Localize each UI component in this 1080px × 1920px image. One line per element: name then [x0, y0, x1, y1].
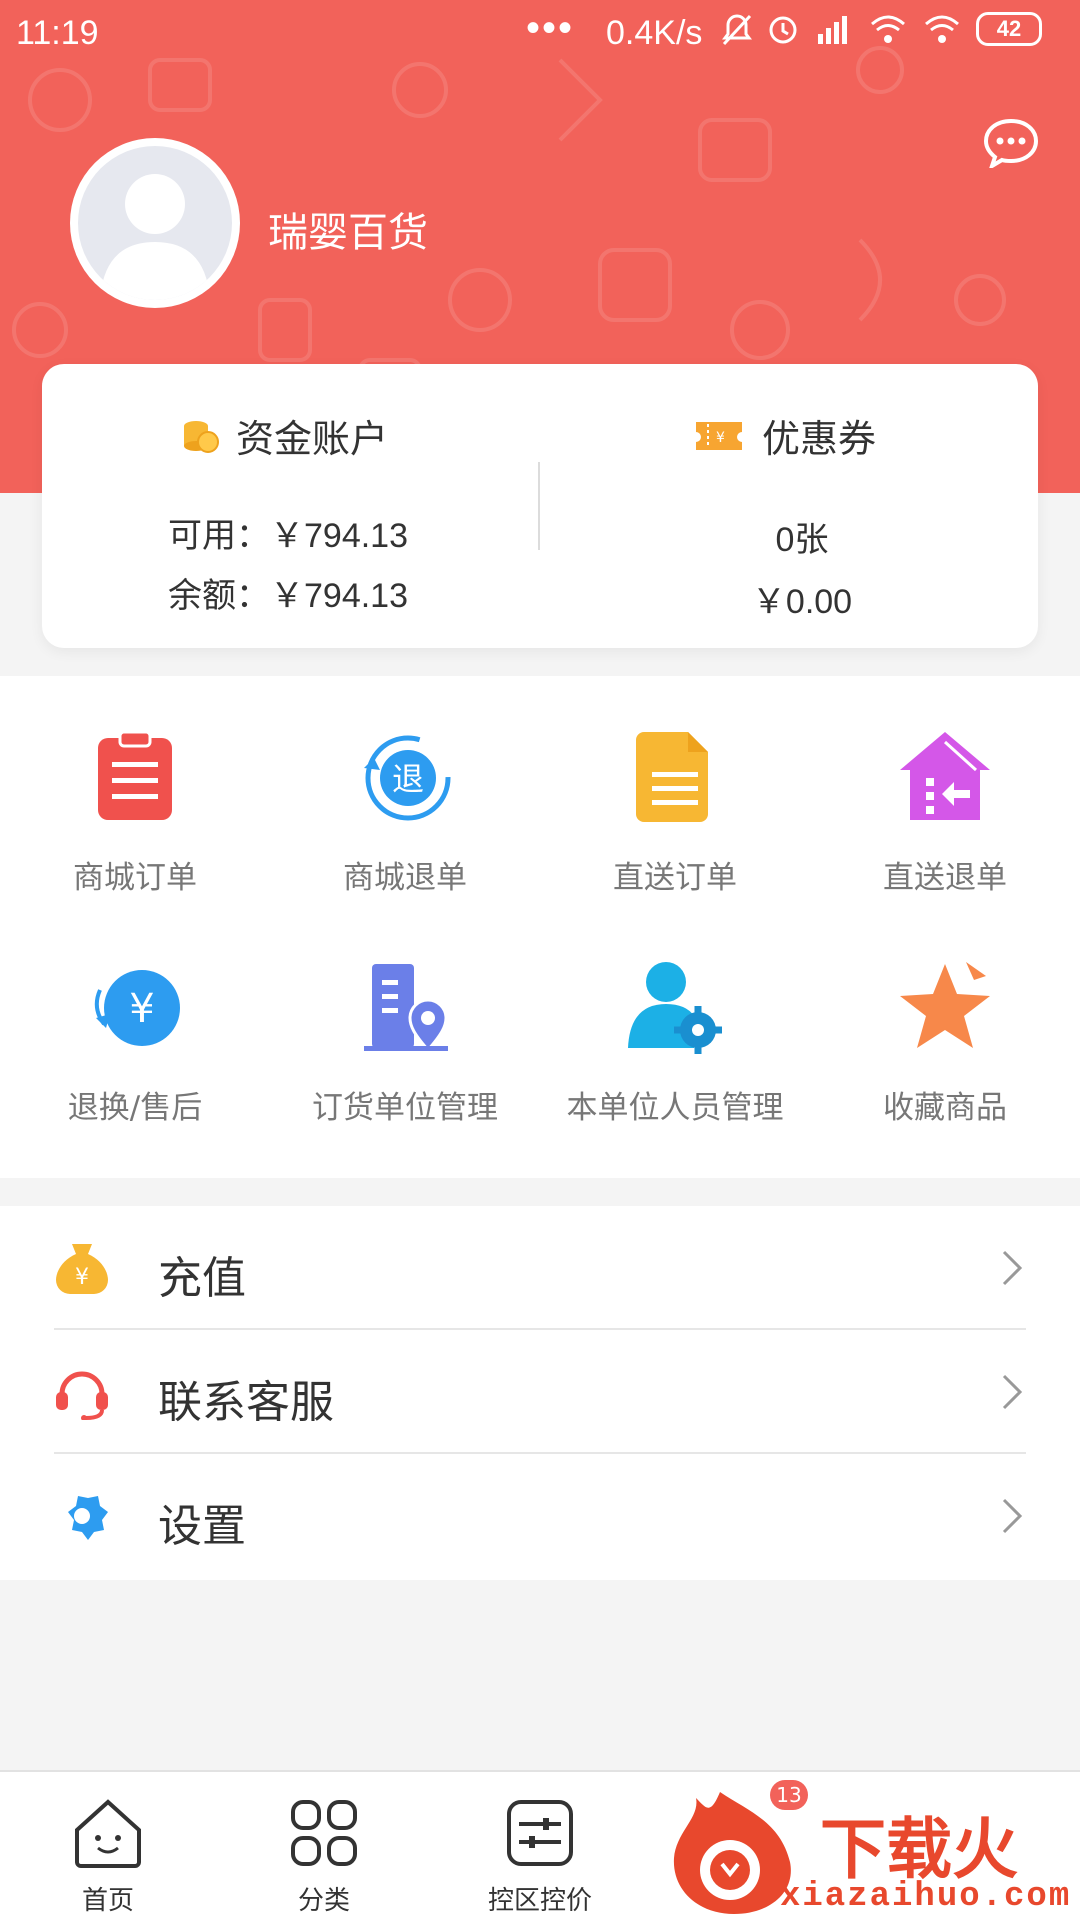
grid-label: 商城订单 [73, 860, 197, 896]
grid-label: 退换/售后 [67, 1090, 203, 1126]
tab-price-control[interactable]: 控区控价 [470, 1796, 610, 1917]
card-divider [538, 462, 540, 550]
home-icon [75, 1799, 141, 1868]
account-card: 资金账户 可用：￥794.13 余额：￥794.13 ¥ 优惠券 0张 ￥0.0… [42, 364, 1038, 648]
favorites-icon [900, 962, 990, 1048]
mall-refund-icon: 退 [364, 735, 451, 821]
menu-item-recharge[interactable]: ¥ 充值 [0, 1206, 1080, 1330]
grid-item-mall-order[interactable]: 商城订单 [0, 728, 270, 948]
ordering-unit-icon [364, 964, 448, 1053]
price-control-icon [507, 1800, 573, 1866]
status-bar: 11:19 ••• 0.4K/s 42 [0, 0, 1080, 70]
status-icons: 42 [722, 12, 1042, 46]
direct-refund-icon [900, 732, 990, 820]
chevron-right-icon [1002, 1250, 1023, 1286]
status-more-dots: ••• [526, 6, 575, 50]
svg-text:¥: ¥ [129, 986, 154, 1032]
balance-amount: 余额：￥794.13 [168, 577, 408, 615]
wifi-icon [871, 15, 905, 43]
coins-icon [184, 420, 219, 453]
after-sale-icon: ¥ [94, 970, 180, 1046]
coupon-label: 优惠券 [762, 417, 877, 461]
available-amount: 可用：￥794.13 [168, 517, 408, 555]
svg-text:退: 退 [392, 760, 424, 798]
menu-item-settings[interactable]: 设置 [0, 1454, 1080, 1578]
mute-bell-icon [722, 14, 752, 46]
settings-icon [68, 1490, 108, 1540]
grid-label: 商城退单 [343, 860, 467, 896]
menu-label: 联系客服 [158, 1377, 334, 1428]
customer-service-icon [56, 1371, 108, 1420]
menu-label: 设置 [158, 1501, 246, 1552]
mall-order-icon [98, 730, 172, 820]
grid-label: 收藏商品 [883, 1090, 1007, 1126]
alarm-icon [769, 16, 797, 44]
tab-category[interactable]: 分类 [254, 1796, 394, 1917]
function-grid: 商城订单 退 商城退单 直送订单 直送退单 ¥ 退换/售后 订货单位管理 本单位… [0, 676, 1080, 1178]
category-icon [291, 1800, 357, 1866]
grid-item-mall-refund[interactable]: 退 商城退单 [270, 728, 540, 948]
svg-text:¥: ¥ [75, 1265, 89, 1290]
grid-item-after-sale[interactable]: ¥ 退换/售后 [0, 958, 270, 1178]
grid-item-direct-refund[interactable]: 直送退单 [810, 728, 1080, 948]
status-time: 11:19 [16, 14, 99, 52]
tab-home[interactable]: 首页 [38, 1796, 178, 1917]
chevron-right-icon [1002, 1498, 1023, 1534]
direct-order-icon [636, 732, 708, 822]
svg-text:¥: ¥ [716, 430, 725, 446]
grid-label: 本单位人员管理 [566, 1090, 784, 1126]
grid-item-staff-management[interactable]: 本单位人员管理 [540, 958, 810, 1178]
coupon-icon: ¥ [696, 421, 742, 450]
profile-name: 瑞婴百货 [268, 210, 428, 256]
tab-label: 首页 [81, 1886, 134, 1916]
wifi-icon-2 [925, 15, 959, 43]
status-net-speed: 0.4K/s [606, 14, 703, 52]
grid-item-favorites[interactable]: 收藏商品 [810, 958, 1080, 1178]
tab-label: 控区控价 [487, 1886, 592, 1916]
watermark-url: xiazaihuo.com [780, 1878, 1072, 1916]
menu-item-customer-service[interactable]: 联系客服 [0, 1330, 1080, 1454]
battery-indicator: 42 [976, 12, 1042, 46]
staff-management-icon [628, 962, 722, 1054]
recharge-icon: ¥ [56, 1244, 108, 1294]
grid-label: 订货单位管理 [312, 1090, 498, 1126]
fund-account-title[interactable]: 资金账户 [180, 408, 388, 463]
menu-label: 充值 [158, 1253, 246, 1304]
fund-account-label: 资金账户 [236, 417, 389, 461]
grid-label: 直送订单 [613, 860, 737, 896]
menu-list: ¥ 充值 联系客服 设置 [0, 1206, 1080, 1580]
coupon-count: 0张 [775, 521, 829, 559]
tab-label: 分类 [297, 1886, 350, 1916]
grid-item-direct-order[interactable]: 直送订单 [540, 728, 810, 948]
signal-hd-icon [818, 16, 847, 44]
watermark: 下载火 xiazaihuo.com [640, 1782, 1080, 1920]
default-user-icon [100, 174, 210, 300]
grid-item-ordering-unit[interactable]: 订货单位管理 [270, 958, 540, 1178]
coupon-amount: ￥0.00 [751, 583, 853, 621]
coupon-title[interactable]: ¥ 优惠券 [692, 408, 876, 463]
grid-label: 直送退单 [883, 860, 1007, 896]
avatar[interactable] [70, 138, 240, 308]
chevron-right-icon [1002, 1374, 1023, 1410]
message-icon[interactable] [982, 118, 1040, 168]
